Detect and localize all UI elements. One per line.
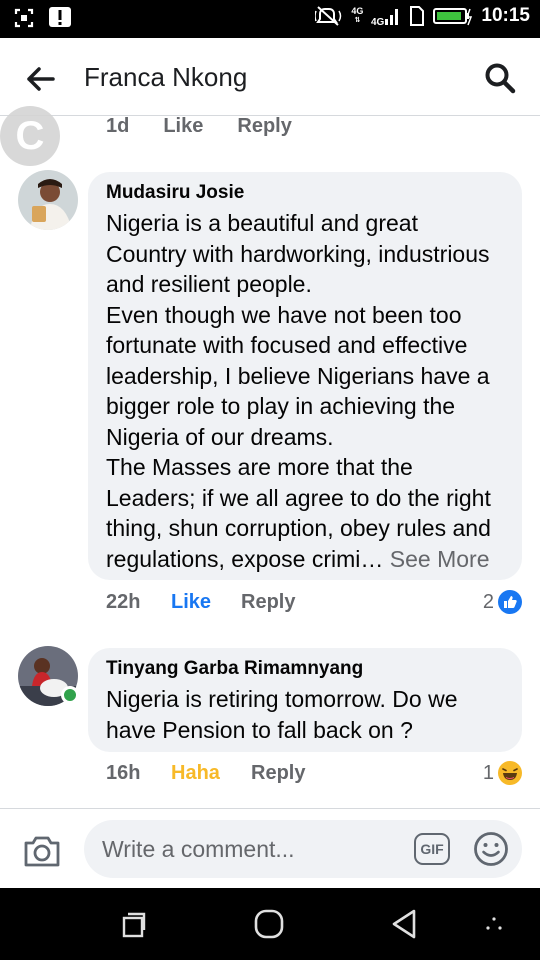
comment-author[interactable]: Tinyang Garba Rimamnyang	[106, 658, 504, 680]
network-type: 4G ⇅	[351, 6, 364, 25]
comment-time: 16h	[106, 762, 141, 784]
reaction-count[interactable]: 2	[483, 590, 522, 614]
reply-button[interactable]: Reply	[251, 762, 305, 785]
online-status-indicator	[61, 686, 79, 704]
previous-comment-actions: 1d Like Reply	[106, 115, 292, 138]
like-reaction-icon	[498, 590, 522, 614]
home-button[interactable]	[253, 908, 285, 940]
comment-text: Nigeria is a beautiful and great Country…	[106, 210, 491, 572]
comment-actions: 22h Like Reply	[106, 591, 295, 614]
app-header: Franca Nkong	[0, 38, 540, 116]
gif-button[interactable]: GIF	[414, 833, 450, 865]
battery-icon	[433, 8, 473, 26]
like-button[interactable]: Like	[171, 591, 241, 614]
comment-input-placeholder: Write a comment...	[102, 836, 295, 862]
back-icon	[392, 909, 416, 939]
comment-bubble: Tinyang Garba Rimamnyang Nigeria is reti…	[88, 648, 522, 752]
sim-icon	[410, 6, 425, 26]
watermark-badge: C	[0, 106, 60, 166]
home-icon	[254, 909, 284, 939]
back-nav-button[interactable]	[388, 908, 420, 940]
like-button[interactable]: Like	[163, 115, 203, 138]
comment-author[interactable]: Mudasiru Josie	[106, 182, 504, 204]
mute-icon	[315, 6, 342, 26]
emoji-icon	[474, 832, 508, 866]
search-button[interactable]	[482, 60, 518, 96]
reaction-count-value: 1	[482, 761, 494, 784]
emoji-button[interactable]	[473, 831, 509, 867]
reaction-count[interactable]: 1	[483, 761, 522, 785]
recents-icon	[122, 912, 146, 938]
svg-text:4G: 4G	[371, 17, 385, 27]
comment-time: 22h	[106, 591, 141, 613]
comment-composer: Write a comment... GIF	[0, 808, 540, 888]
alert-icon	[49, 7, 71, 27]
avatar[interactable]	[18, 170, 78, 230]
page-title: Franca Nkong	[84, 62, 248, 92]
recents-button[interactable]	[118, 908, 150, 940]
clock: 10:15	[481, 5, 530, 26]
camera-button[interactable]	[22, 833, 62, 869]
back-button[interactable]	[24, 62, 58, 96]
haha-reaction-icon	[498, 761, 522, 785]
arrow-left-icon	[27, 67, 55, 91]
camera-icon	[24, 836, 60, 867]
comment-actions: 16h Haha Reply	[106, 762, 305, 785]
system-navigation-bar	[0, 888, 540, 960]
menu-icon	[486, 917, 502, 930]
reply-button[interactable]: Reply	[237, 115, 291, 138]
reaction-count-value: 2	[482, 590, 494, 613]
comment-bubble: Mudasiru Josie Nigeria is a beautiful an…	[88, 172, 522, 580]
haha-button[interactable]: Haha	[171, 762, 251, 785]
comment-time: 1d	[106, 115, 130, 137]
screenshot-icon	[14, 8, 34, 28]
reply-button[interactable]: Reply	[241, 591, 295, 614]
see-more-link[interactable]: See More	[390, 546, 490, 572]
comment-input[interactable]: Write a comment... GIF	[84, 820, 522, 878]
signal-icon: 4G	[371, 9, 399, 27]
status-bar: 4G ⇅ 4G 10:15	[0, 0, 540, 38]
search-icon	[485, 63, 516, 94]
menu-button[interactable]	[478, 908, 510, 940]
comment-text: Nigeria is retiring tomorrow. Do we have…	[106, 686, 458, 743]
